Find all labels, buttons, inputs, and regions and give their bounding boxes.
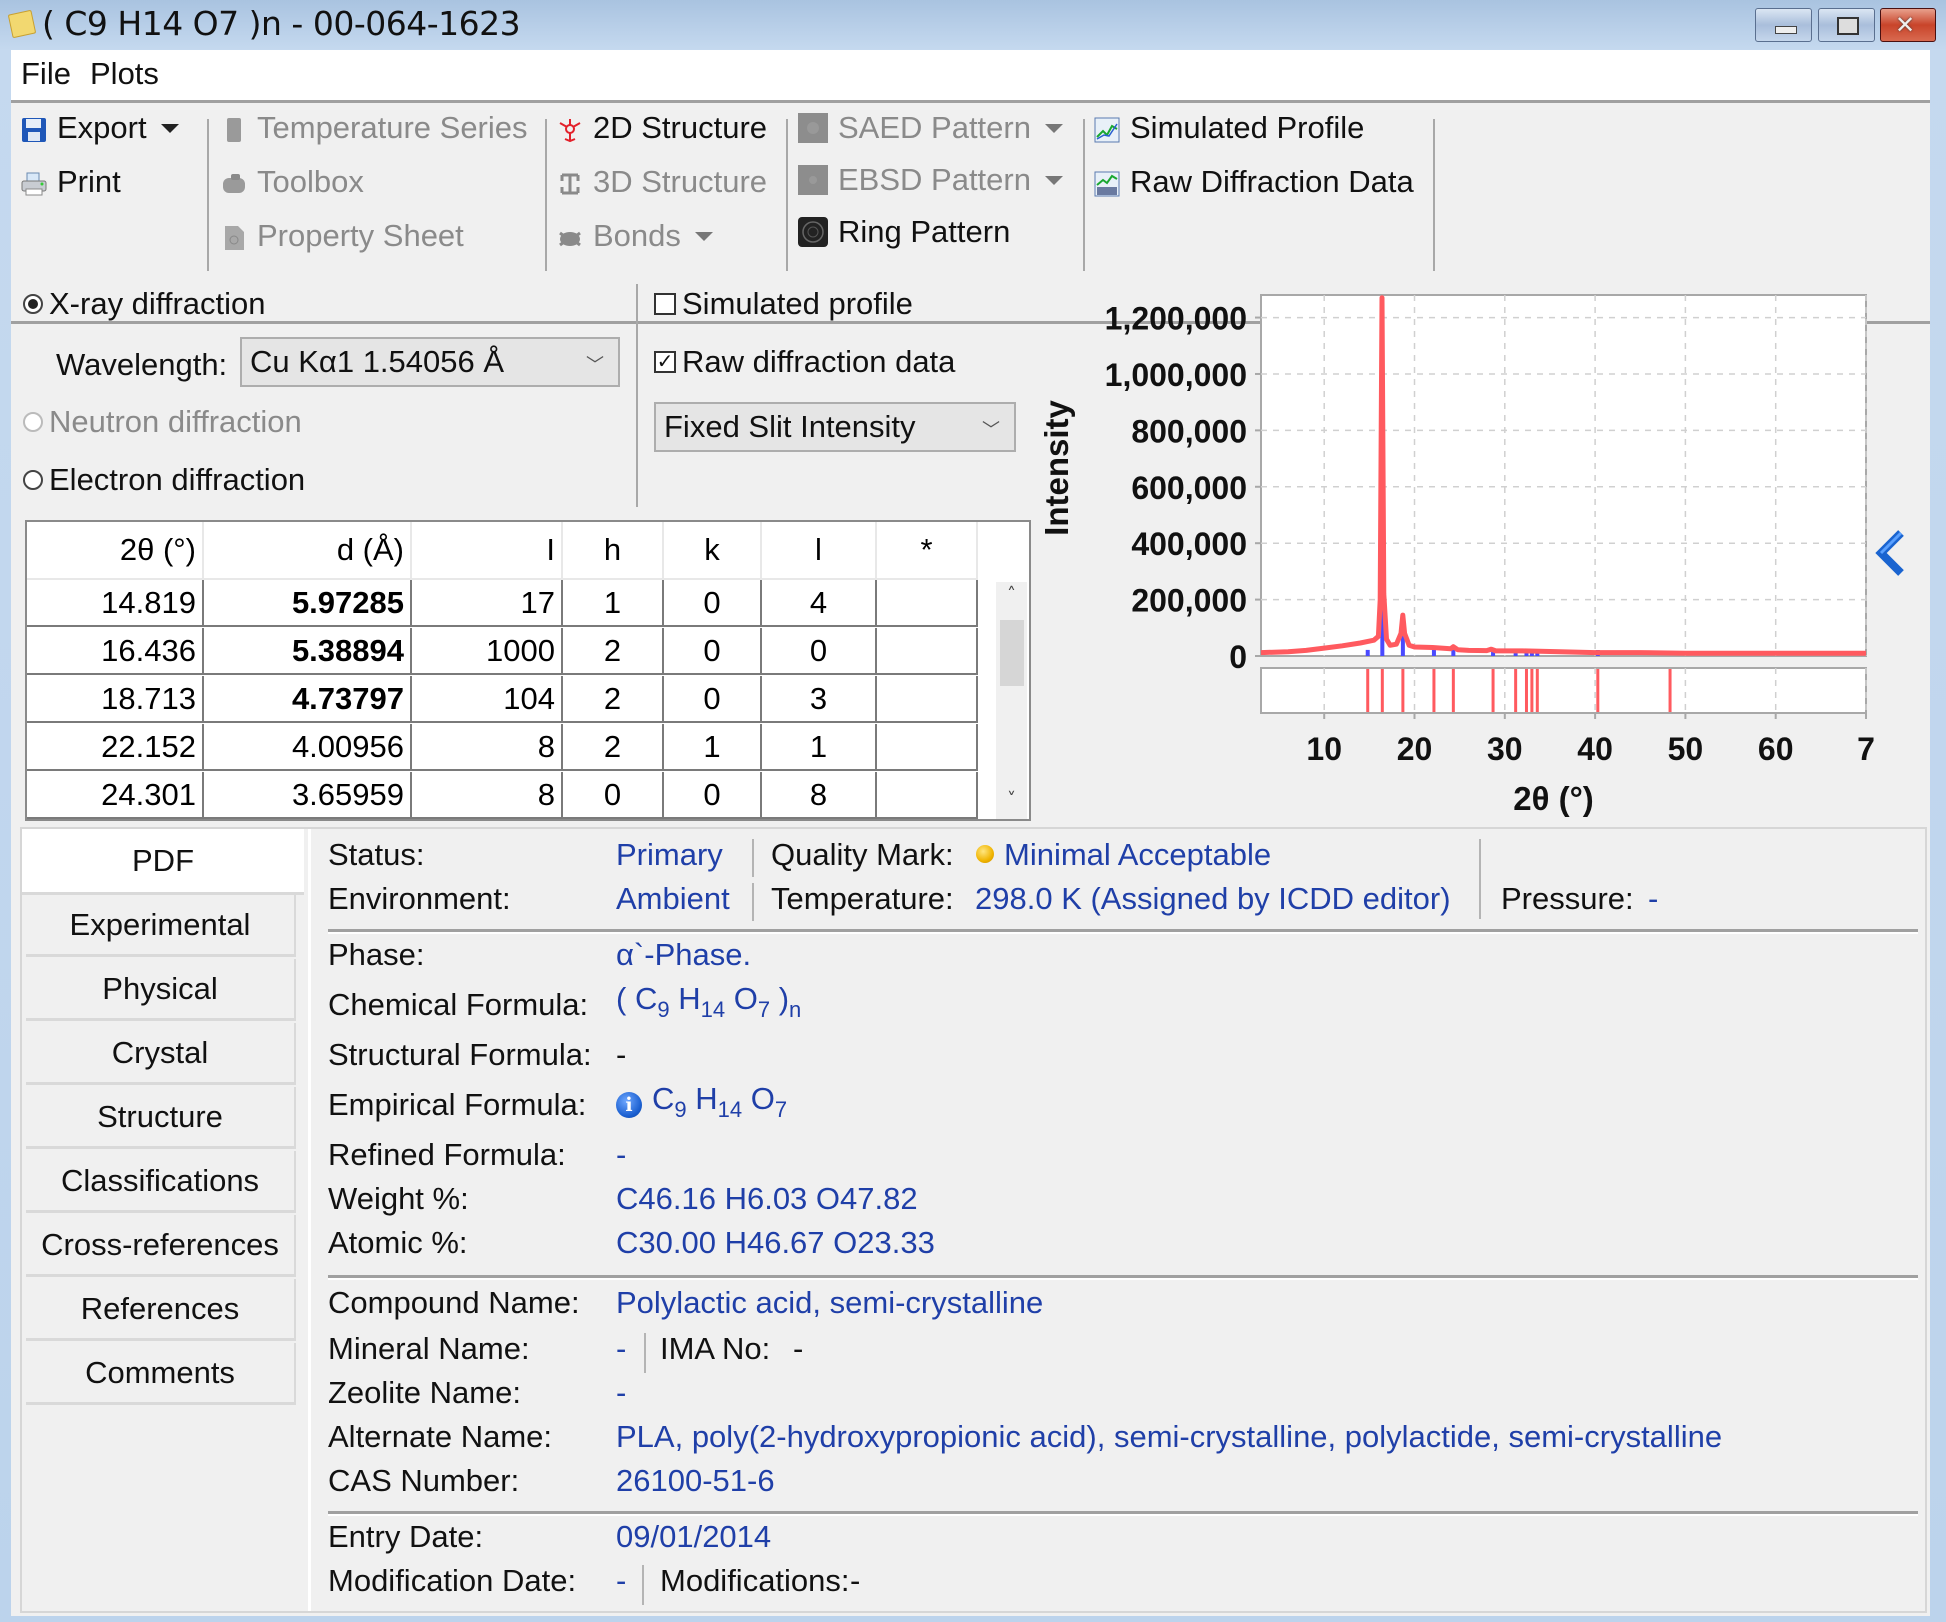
ima-number-value: - [793, 1331, 804, 1366]
refined-formula-value: - [616, 1137, 627, 1172]
formula-element: H14 [695, 1081, 743, 1122]
formula-element: C9 [652, 1081, 687, 1122]
zeolite-name-label: Zeolite Name: [328, 1375, 521, 1410]
x-tick-label: 60 [1758, 731, 1794, 767]
compound-name-value: Polylactic acid, semi-crystalline [616, 1285, 1044, 1320]
y-tick-label: 400,000 [1131, 526, 1247, 562]
y-tick-label: 0 [1229, 639, 1247, 675]
section-divider [328, 929, 1918, 934]
info-icon[interactable]: i [616, 1092, 642, 1118]
quality-mark-label: Quality Mark: [771, 837, 954, 872]
y-tick-label: 1,200,000 [1105, 301, 1247, 337]
tab-comments[interactable]: Comments [26, 1343, 296, 1405]
pressure-label: Pressure: [1501, 881, 1634, 916]
alternate-name-value: PLA, poly(2-hydroxypropionic acid), semi… [616, 1419, 1723, 1454]
environment-label: Environment: [328, 881, 511, 916]
mineral-name-value: - [616, 1331, 627, 1366]
collapse-panel-button[interactable] [1873, 530, 1907, 580]
x-tick-label: 7 [1857, 731, 1875, 767]
formula-open: ( [616, 981, 635, 1016]
phase-value: α`-Phase. [616, 937, 752, 972]
atomic-percent-label: Atomic %: [328, 1225, 468, 1260]
y-axis-label: Intensity [1038, 400, 1075, 536]
client-area: File Plots Export Print Temperature Seri… [11, 50, 1930, 1616]
section-divider [328, 1511, 1918, 1516]
modification-date-label: Modification Date: [328, 1563, 577, 1598]
atomic-percent-value: C30.00 H46.67 O23.33 [616, 1225, 935, 1260]
x-axis-label: 2θ (°) [1513, 780, 1594, 817]
modifications-label: Modifications: [660, 1563, 850, 1598]
tab-cross-references[interactable]: Cross-references [26, 1215, 296, 1277]
diffraction-chart: 10 20 30 40 50 60 70200,000400,000600,000800,0… [1038, 294, 1875, 817]
divider [752, 839, 754, 877]
tab-physical[interactable]: Physical [26, 959, 296, 1021]
environment-value: Ambient [616, 881, 730, 916]
divider [1479, 839, 1481, 919]
alternate-name-label: Alternate Name: [328, 1419, 552, 1454]
empirical-formula-label: Empirical Formula: [328, 1087, 587, 1122]
x-tick-label: 20 [1397, 731, 1433, 767]
entry-date-value: 09/01/2014 [616, 1519, 772, 1554]
zeolite-name-value: - [616, 1375, 627, 1410]
formula-element: C9 [634, 981, 670, 1022]
pressure-value: - [1648, 881, 1659, 916]
tab-structure[interactable]: Structure [26, 1087, 296, 1149]
divider [642, 1565, 644, 1605]
tab-references[interactable]: References [26, 1279, 296, 1341]
phase-label: Phase: [328, 937, 425, 972]
chemical-formula-value: ( C9 H14 O7 )n [616, 981, 801, 1023]
divider [752, 883, 754, 921]
pdf-properties: Status: Primary Quality Mark: Minimal Ac… [308, 829, 1926, 1611]
y-tick-label: 200,000 [1131, 583, 1247, 619]
temperature-value: 298.0 K (Assigned by ICDD editor) [975, 881, 1451, 916]
empirical-formula-text: C9 H14 O7 [652, 1081, 788, 1122]
empirical-formula-value: i C9 H14 O7 [616, 1081, 787, 1123]
details-panel: PDF Experimental Physical Crystal Structure C… [20, 827, 1927, 1613]
tab-crystal[interactable]: Crystal [26, 1023, 296, 1085]
chemical-formula-label: Chemical Formula: [328, 987, 589, 1022]
x-tick-label: 50 [1668, 731, 1704, 767]
x-tick-label: 10 [1306, 731, 1342, 767]
structural-formula-label: Structural Formula: [328, 1037, 592, 1072]
y-tick-label: 600,000 [1131, 470, 1247, 506]
quality-mark-text: Minimal Acceptable [1004, 837, 1272, 872]
chevron-left-icon [1875, 530, 1904, 576]
formula-element: O7 [733, 981, 771, 1022]
section-divider [328, 1275, 1918, 1280]
entry-date-label: Entry Date: [328, 1519, 484, 1554]
weight-percent-value: C46.16 H6.03 O47.82 [616, 1181, 918, 1216]
modification-date-value: - [616, 1563, 627, 1598]
status-value: Primary [616, 837, 723, 872]
refined-formula-label: Refined Formula: [328, 1137, 566, 1172]
y-tick-label: 1,000,000 [1105, 357, 1247, 393]
formula-close: )n [778, 981, 802, 1022]
quality-mark-value: Minimal Acceptable [976, 837, 1271, 873]
formula-element: O7 [750, 1081, 788, 1122]
weight-percent-label: Weight %: [328, 1181, 469, 1216]
tab-pdf[interactable]: PDF [22, 829, 304, 895]
compound-name-label: Compound Name: [328, 1285, 580, 1320]
status-label: Status: [328, 837, 425, 872]
cas-number-label: CAS Number: [328, 1463, 520, 1498]
quality-dot-icon [976, 845, 994, 863]
ima-number-label: IMA No: [660, 1331, 771, 1366]
mineral-name-label: Mineral Name: [328, 1331, 530, 1366]
x-tick-label: 40 [1577, 731, 1613, 767]
temperature-label: Temperature: [771, 881, 954, 916]
tab-experimental[interactable]: Experimental [26, 895, 296, 957]
tab-classifications[interactable]: Classifications [26, 1151, 296, 1213]
y-tick-label: 800,000 [1131, 413, 1247, 449]
cas-number-value: 26100-51-6 [616, 1463, 775, 1498]
x-tick-label: 30 [1487, 731, 1523, 767]
structural-formula-value: - [616, 1037, 627, 1072]
application-window: ( C9 H14 O7 )n - 00-064-1623 ✕ File Plot… [0, 0, 1946, 1622]
scroll-down-icon[interactable]: ˅ [996, 789, 1027, 817]
formula-element: H14 [678, 981, 726, 1022]
divider [644, 1333, 646, 1373]
modifications-value: - [850, 1563, 861, 1598]
